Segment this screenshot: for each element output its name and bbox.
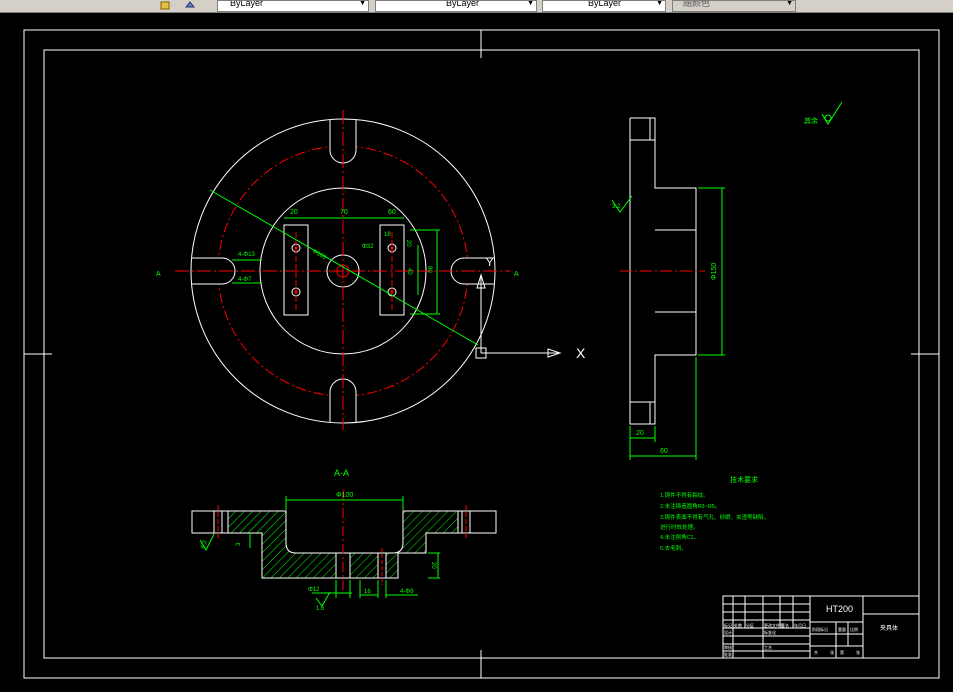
tb-label: 比例 — [850, 626, 858, 632]
tb-label: 设计 — [724, 629, 732, 635]
roughness-note-text: 其余 — [804, 116, 818, 125]
dim-40: 40 — [406, 268, 412, 275]
dim-18: 18 — [384, 232, 391, 238]
dim-16: 16 — [364, 589, 371, 595]
tb-label: 标记 — [724, 622, 732, 628]
dim-d12: Φ12 — [308, 587, 320, 593]
side-view: Φ150 20 60 3.2 — [611, 117, 725, 460]
plan-view: 20 70 60 4-Φ13 4-Φ7 Φ180 Φ32 18 20 40 80… — [156, 110, 519, 430]
tech-req-item: 2.未注铸造圆角R3~R5。 — [660, 502, 720, 510]
outer-frame — [23, 29, 940, 679]
dim-d150: Φ150 — [711, 263, 718, 280]
tb-label: 第 — [840, 649, 844, 655]
tb-label: 阶段标记 — [812, 626, 828, 632]
roughness-1-6: 1.6 — [316, 606, 325, 612]
dim-side-20: 20 — [636, 430, 644, 437]
plotstyle-combo[interactable]: 随颜色 ▼ — [672, 0, 796, 12]
tb-label: 处数 — [734, 622, 742, 628]
chevron-down-icon: ▼ — [359, 0, 366, 7]
dim-section-20: 20 — [430, 562, 436, 569]
tech-req-item: 5.去毛刺。 — [660, 544, 687, 552]
tb-label: 张 — [830, 649, 834, 655]
tb-label: 年月日 — [794, 622, 806, 628]
section-title: A-A — [334, 468, 349, 478]
axis-x-label: X — [576, 345, 586, 361]
roughness-side: 3.2 — [612, 204, 621, 210]
flange-left — [191, 510, 229, 534]
tb-label: 工艺 — [764, 645, 772, 650]
dim-60: 60 — [388, 209, 396, 216]
tech-requirements: 技术要求 1.铸件不得有裂纹。 2.未注铸造圆角R3~R5。 3.铸件表面不得有… — [660, 475, 769, 552]
cut-label-right: A — [514, 271, 519, 278]
section-hatch-right — [342, 510, 459, 579]
chevron-down-icon: ▼ — [656, 0, 663, 7]
tech-req-title: 技术要求 — [730, 475, 758, 484]
dim-70: 70 — [340, 209, 348, 216]
tb-label: 审核 — [724, 644, 732, 650]
tb-label: 标准化 — [764, 629, 776, 635]
chevron-down-icon: ▼ — [527, 0, 534, 7]
section-view: A-A Φ100 6.3 3 20 Φ12 1.6 16 4-Φ8 — [191, 468, 497, 612]
tech-req-item: 4.未注倒角C1。 — [660, 533, 699, 541]
inner-frame — [43, 49, 920, 659]
color-combo[interactable]: ByLayer ▼ — [542, 0, 666, 12]
dim-side-60: 60 — [660, 448, 668, 455]
dim-20: 20 — [290, 209, 298, 216]
material-label: HT200 — [826, 604, 853, 614]
drawing-canvas[interactable]: 20 70 60 4-Φ13 4-Φ7 Φ180 Φ32 18 20 40 80… — [0, 12, 953, 692]
axis-y-label: Y — [486, 257, 494, 269]
section-hatch-left — [227, 510, 344, 579]
dim-d32: Φ32 — [362, 244, 374, 250]
dim-d180: Φ180 — [311, 249, 327, 262]
dim-d100: Φ100 — [336, 492, 353, 499]
tb-label: 分区 — [746, 622, 754, 628]
flange-right — [457, 510, 497, 534]
chevron-down-icon: ▼ — [786, 0, 793, 7]
lineweight-combo[interactable]: ByLayer ▼ — [375, 0, 537, 12]
roughness-6-3: 6.3 — [200, 539, 209, 550]
tb-label: 重量 — [838, 626, 846, 632]
dim-4-d7: 4-Φ7 — [238, 277, 252, 283]
dim-4-d8: 4-Φ8 — [400, 589, 414, 595]
layer-state-icon[interactable] — [160, 0, 170, 10]
tb-label: 共 — [814, 649, 818, 655]
tb-label: 张 — [856, 649, 860, 655]
cut-label-left: A — [156, 271, 161, 278]
tech-req-item: 3.铸件表面不得有气孔、砂眼、夹渣等缺陷， — [660, 513, 769, 521]
dim-4-d13: 4-Φ13 — [238, 252, 255, 258]
layer-previous-icon[interactable] — [185, 0, 195, 10]
linetype-combo[interactable]: ByLayer ▼ — [217, 0, 369, 12]
part-name: 夹具体 — [880, 624, 898, 632]
dim-80: 80 — [426, 266, 432, 273]
tech-req-item: 进行时效处理。 — [660, 523, 699, 531]
dim-20v: 20 — [405, 240, 411, 247]
roughness-note: 其余 — [804, 101, 843, 125]
tb-label: 签名 — [781, 622, 789, 628]
dim-3: 3 — [236, 542, 242, 546]
tb-label: 批准 — [724, 651, 732, 657]
tech-req-item: 1.铸件不得有裂纹。 — [660, 491, 709, 499]
